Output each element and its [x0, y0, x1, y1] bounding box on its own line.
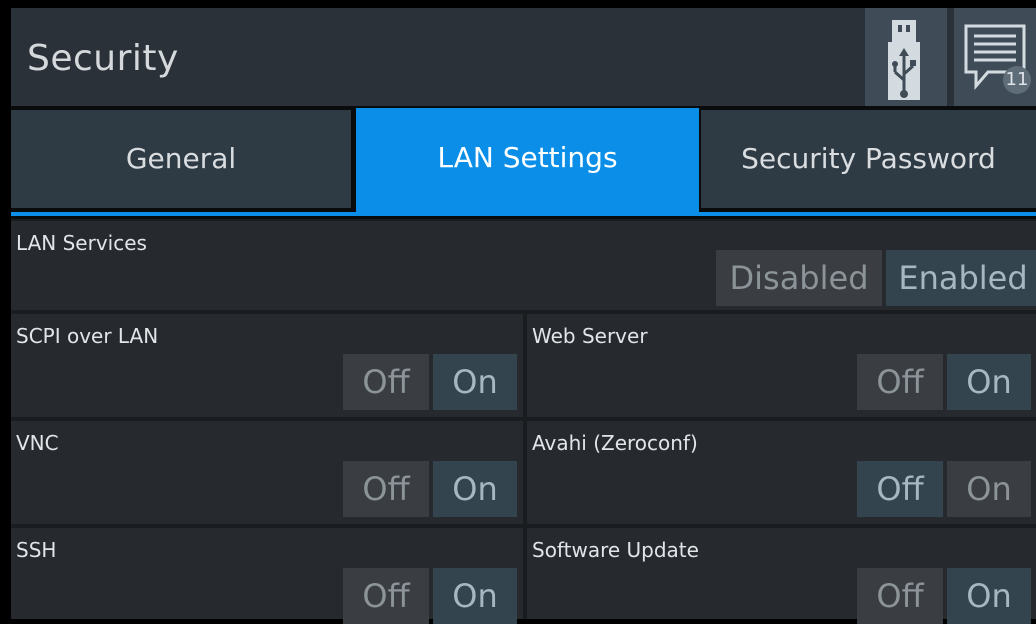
scpi-on-option[interactable]: On	[433, 354, 517, 410]
page-title: Security	[27, 38, 179, 79]
scpi-over-lan-label: SCPI over LAN	[16, 324, 159, 348]
vnc-toggle: Off On	[343, 461, 517, 517]
ssh-label: SSH	[16, 538, 57, 562]
ssh-toggle: Off On	[343, 568, 517, 624]
web-server-toggle: Off On	[857, 354, 1031, 410]
avahi-toggle: Off On	[857, 461, 1031, 517]
vnc-panel: VNC Off On	[11, 421, 523, 524]
message-count-badge: 11	[1003, 66, 1031, 94]
avahi-panel: Avahi (Zeroconf) Off On	[527, 421, 1036, 524]
software-update-on-option[interactable]: On	[947, 568, 1031, 624]
web-server-panel: Web Server Off On	[527, 314, 1036, 417]
ssh-on-option[interactable]: On	[433, 568, 517, 624]
scpi-over-lan-panel: SCPI over LAN Off On	[11, 314, 523, 417]
lan-services-label: LAN Services	[16, 231, 147, 255]
vnc-off-option[interactable]: Off	[343, 461, 429, 517]
security-window: Security 11 General LAN Settings Securit…	[11, 8, 1036, 624]
tab-general[interactable]: General	[11, 110, 351, 208]
web-server-off-option[interactable]: Off	[857, 354, 943, 410]
tab-bar: General LAN Settings Security Password	[11, 106, 1036, 219]
active-tab-underline	[11, 212, 1036, 216]
avahi-off-option[interactable]: Off	[857, 461, 943, 517]
lan-services-enabled-option[interactable]: Enabled	[886, 250, 1036, 306]
software-update-label: Software Update	[532, 538, 699, 562]
web-server-on-option[interactable]: On	[947, 354, 1031, 410]
software-update-off-option[interactable]: Off	[857, 568, 943, 624]
usb-drive-icon	[888, 20, 920, 100]
scpi-off-option[interactable]: Off	[343, 354, 429, 410]
lan-services-toggle: Disabled Enabled	[716, 250, 1036, 306]
scpi-over-lan-toggle: Off On	[343, 354, 517, 410]
ssh-panel: SSH Off On	[11, 528, 523, 624]
tab-lan-settings[interactable]: LAN Settings	[356, 108, 699, 214]
title-bar: Security	[11, 8, 1036, 106]
software-update-toggle: Off On	[857, 568, 1031, 624]
tab-security-password[interactable]: Security Password	[701, 110, 1036, 208]
ssh-off-option[interactable]: Off	[343, 568, 429, 624]
vnc-on-option[interactable]: On	[433, 461, 517, 517]
web-server-label: Web Server	[532, 324, 648, 348]
lan-services-disabled-option[interactable]: Disabled	[716, 250, 882, 306]
lan-services-panel: LAN Services Disabled Enabled	[11, 221, 1036, 310]
software-update-panel: Software Update Off On	[527, 528, 1036, 624]
usb-button[interactable]	[865, 8, 947, 106]
avahi-on-option[interactable]: On	[947, 461, 1031, 517]
avahi-label: Avahi (Zeroconf)	[532, 431, 698, 455]
vnc-label: VNC	[16, 431, 59, 455]
